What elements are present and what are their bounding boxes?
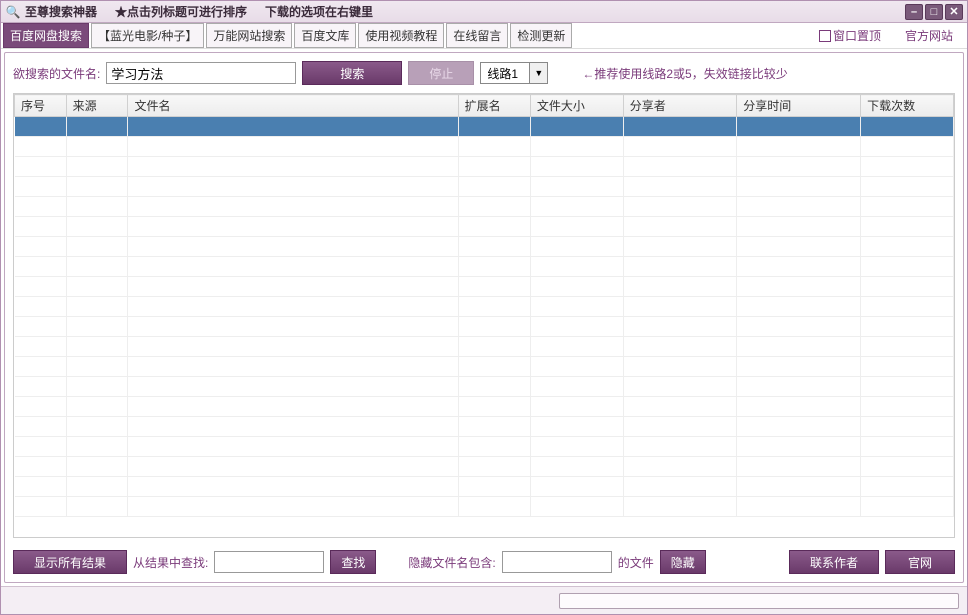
table-row[interactable]	[15, 397, 954, 417]
col-header-downloads[interactable]: 下载次数	[861, 95, 954, 117]
table-row[interactable]	[15, 117, 954, 137]
search-button[interactable]: 搜索	[302, 61, 402, 85]
app-window: 🔍 至尊搜索神器 ★点击列标题可进行排序 下载的选项在右键里 – □ ✕ 百度网…	[0, 0, 968, 615]
chevron-down-icon: ▼	[529, 63, 547, 83]
toolbar-right: 窗口置顶 官方网站	[819, 27, 965, 44]
find-label: 从结果中查找:	[133, 554, 208, 571]
col-header-seq[interactable]: 序号	[15, 95, 67, 117]
official-button[interactable]: 官网	[885, 550, 955, 574]
table-row[interactable]	[15, 497, 954, 517]
tab-baidu-pan[interactable]: 百度网盘搜索	[3, 23, 89, 48]
find-button[interactable]: 查找	[330, 550, 376, 574]
table-row[interactable]	[15, 357, 954, 377]
tab-feedback[interactable]: 在线留言	[446, 23, 508, 48]
app-title: 至尊搜索神器	[25, 3, 97, 20]
table-row[interactable]	[15, 337, 954, 357]
hide-label: 隐藏文件名包含:	[408, 554, 495, 571]
table-body	[15, 117, 954, 517]
window-controls: – □ ✕	[905, 4, 963, 20]
table-header-row: 序号 来源 文件名 扩展名 文件大小 分享者 分享时间 下载次数	[15, 95, 954, 117]
table-row[interactable]	[15, 137, 954, 157]
col-header-sharetime[interactable]: 分享时间	[737, 95, 861, 117]
app-icon: 🔍	[5, 4, 21, 20]
table-row[interactable]	[15, 257, 954, 277]
titlebar-hint-download: 下载的选项在右键里	[265, 3, 373, 20]
route-hint: ←推荐使用线路2或5，失效链接比较少	[582, 65, 787, 82]
hide-input[interactable]	[502, 551, 612, 573]
table-row[interactable]	[15, 297, 954, 317]
table-row[interactable]	[15, 237, 954, 257]
tab-universal[interactable]: 万能网站搜索	[206, 23, 292, 48]
table-row[interactable]	[15, 217, 954, 237]
minimize-button[interactable]: –	[905, 4, 923, 20]
tabs: 百度网盘搜索 【蓝光电影/种子】 万能网站搜索 百度文库 使用视频教程 在线留言…	[3, 23, 574, 48]
tab-wenku[interactable]: 百度文库	[294, 23, 356, 48]
tab-bluray[interactable]: 【蓝光电影/种子】	[91, 23, 204, 48]
contact-button[interactable]: 联系作者	[789, 550, 879, 574]
col-header-sharer[interactable]: 分享者	[623, 95, 737, 117]
col-header-filesize[interactable]: 文件大小	[530, 95, 623, 117]
stop-button[interactable]: 停止	[408, 61, 474, 85]
col-header-ext[interactable]: 扩展名	[458, 95, 530, 117]
maximize-button[interactable]: □	[925, 4, 943, 20]
official-website-link[interactable]: 官方网站	[905, 27, 953, 44]
table-row[interactable]	[15, 477, 954, 497]
results-table: 序号 来源 文件名 扩展名 文件大小 分享者 分享时间 下载次数	[14, 94, 954, 517]
pin-checkbox-icon[interactable]	[819, 30, 831, 42]
bottom-controls: 显示所有结果 从结果中查找: 查找 隐藏文件名包含: 的文件 隐藏 联系作者 官…	[5, 542, 963, 582]
content-area: 欲搜索的文件名: 搜索 停止 线路1 ▼ ←推荐使用线路2或5，失效链接比较少 …	[4, 52, 964, 583]
search-input[interactable]	[106, 62, 296, 84]
tab-tutorial[interactable]: 使用视频教程	[358, 23, 444, 48]
pin-label-text: 窗口置顶	[833, 27, 881, 44]
search-label: 欲搜索的文件名:	[13, 65, 100, 82]
table-row[interactable]	[15, 277, 954, 297]
route-select[interactable]: 线路1 ▼	[480, 62, 548, 84]
show-all-button[interactable]: 显示所有结果	[13, 550, 127, 574]
results-table-container: 序号 来源 文件名 扩展名 文件大小 分享者 分享时间 下载次数	[13, 93, 955, 538]
table-row[interactable]	[15, 437, 954, 457]
table-row[interactable]	[15, 457, 954, 477]
table-row[interactable]	[15, 177, 954, 197]
hide-button[interactable]: 隐藏	[660, 550, 706, 574]
table-row[interactable]	[15, 417, 954, 437]
table-row[interactable]	[15, 157, 954, 177]
col-header-source[interactable]: 来源	[66, 95, 128, 117]
table-row[interactable]	[15, 317, 954, 337]
search-row: 欲搜索的文件名: 搜索 停止 线路1 ▼ ←推荐使用线路2或5，失效链接比较少	[5, 53, 963, 93]
col-header-filename[interactable]: 文件名	[128, 95, 458, 117]
titlebar-hint-sort: ★点击列标题可进行排序	[115, 3, 247, 20]
close-button[interactable]: ✕	[945, 4, 963, 20]
table-row[interactable]	[15, 377, 954, 397]
progress-bar	[559, 593, 959, 609]
tab-update[interactable]: 检测更新	[510, 23, 572, 48]
table-row[interactable]	[15, 197, 954, 217]
pin-window-control[interactable]: 窗口置顶	[819, 27, 881, 44]
find-input[interactable]	[214, 551, 324, 573]
titlebar[interactable]: 🔍 至尊搜索神器 ★点击列标题可进行排序 下载的选项在右键里 – □ ✕	[1, 1, 967, 23]
route-select-value: 线路1	[481, 65, 529, 82]
tab-bar: 百度网盘搜索 【蓝光电影/种子】 万能网站搜索 百度文库 使用视频教程 在线留言…	[1, 23, 967, 49]
status-bar	[1, 586, 967, 614]
hide-suffix: 的文件	[618, 554, 654, 571]
